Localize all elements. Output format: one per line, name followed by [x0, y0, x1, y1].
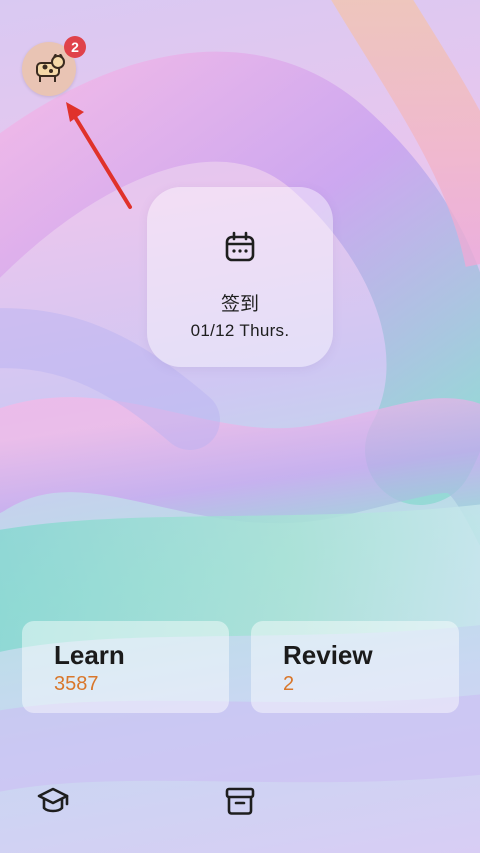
cow-avatar-icon — [36, 54, 65, 82]
learn-label: Learn — [54, 640, 125, 670]
review-card[interactable]: Review 2 — [251, 621, 459, 713]
graduation-cap-icon[interactable] — [36, 784, 70, 818]
review-count: 2 — [283, 673, 295, 695]
checkin-title: 签到 — [220, 294, 259, 315]
notification-badge: 2 — [64, 36, 86, 58]
calendar-icon — [225, 231, 255, 262]
learn-count: 3587 — [54, 673, 99, 695]
checkin-date: 01/12 Thurs. — [190, 321, 290, 340]
annotation-arrow — [66, 102, 132, 209]
archive-box-icon[interactable] — [223, 784, 257, 818]
checkin-card[interactable]: 签到 01/12 Thurs. — [147, 187, 333, 367]
home-screen: 2 签到 01/12 Thurs. Learn 3587 Review 2 — [0, 0, 480, 853]
learn-card[interactable]: Learn 3587 — [22, 621, 229, 713]
review-label: Review — [283, 640, 373, 670]
